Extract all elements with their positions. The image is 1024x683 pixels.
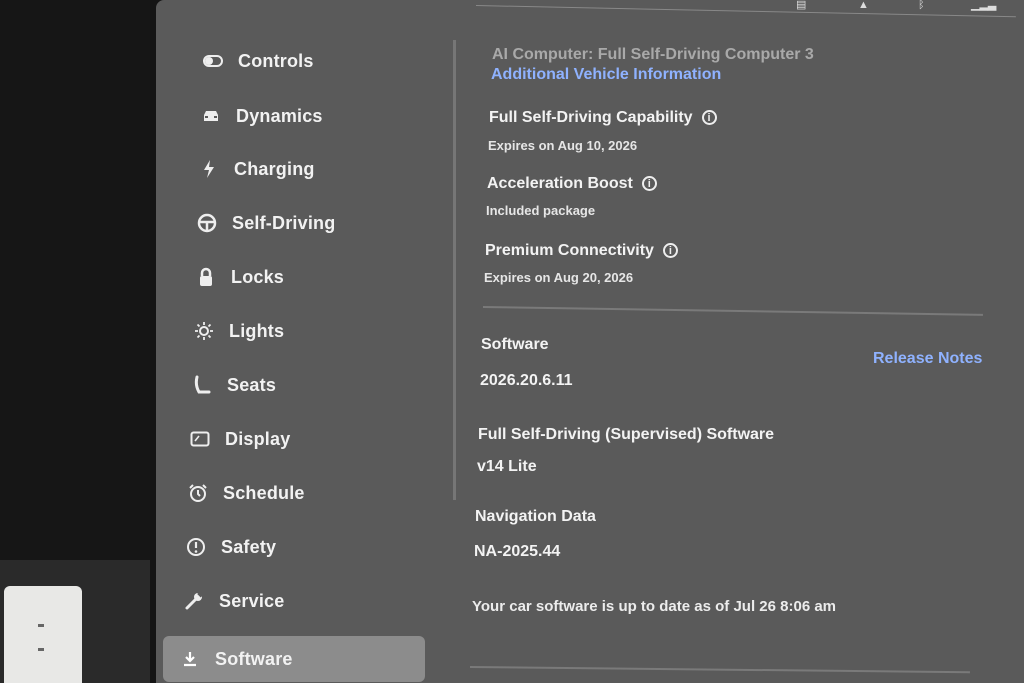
sidebar-item-label: Lights — [229, 320, 285, 341]
sidebar-item-label: Locks — [231, 266, 285, 287]
package-title: Premium Connectivity i — [485, 242, 678, 260]
bell-icon: ▲ — [858, 0, 869, 11]
settings-screen: ▤ ▲ ᛒ ▁▂▃ Controls Dynamics Charging Sel… — [156, 0, 1024, 683]
wrench-icon — [183, 591, 205, 611]
object-slot — [38, 648, 44, 651]
sidebar-item-label: Safety — [221, 536, 277, 557]
sidebar-item-label: Seats — [227, 374, 277, 395]
sidebar-item-label: Schedule — [223, 482, 305, 503]
sidebar-divider — [453, 40, 456, 500]
package-detail: Expires on Aug 20, 2026 — [484, 270, 634, 285]
package-detail: Expires on Aug 10, 2026 — [488, 138, 638, 153]
sun-icon — [193, 321, 215, 341]
sidebar-item-label: Software — [215, 648, 293, 669]
status-bar: ▤ ▲ ᛒ ▁▂▃ — [156, 0, 1024, 18]
sidebar-item-label: Dynamics — [236, 105, 323, 126]
section-divider — [482, 306, 983, 316]
package-title-text: Premium Connectivity — [485, 242, 654, 259]
info-icon[interactable]: i — [662, 243, 678, 259]
sidebar-item-label: Charging — [234, 158, 315, 179]
info-icon[interactable]: i — [641, 176, 657, 192]
package-title-text: Full Self-Driving Capability — [489, 109, 693, 126]
software-version: 2026.20.6.11 — [480, 372, 573, 389]
update-status-text: Your car software is up to date as of Ju… — [472, 598, 837, 615]
alert-circle-icon — [185, 537, 207, 557]
lock-icon — [195, 267, 217, 287]
sidebar-item-safety[interactable]: Safety — [185, 530, 276, 564]
bolt-icon — [198, 159, 220, 179]
sidebar-item-label: Self-Driving — [232, 212, 336, 233]
sidebar-item-schedule[interactable]: Schedule — [187, 476, 305, 510]
navigation-data-version: NA-2025.44 — [474, 543, 561, 560]
fsd-software-version: v14 Lite — [477, 458, 537, 475]
sidebar-item-charging[interactable]: Charging — [198, 152, 315, 186]
object-slot — [38, 624, 44, 627]
sidebar-item-lights[interactable]: Lights — [193, 314, 284, 348]
sidebar-item-label: Display — [225, 428, 291, 449]
seat-icon — [191, 375, 213, 395]
document-icon: ▤ — [796, 0, 807, 11]
package-detail: Included package — [486, 203, 596, 218]
toggle-icon — [202, 55, 224, 67]
ai-computer-text: AI Computer: Full Self-Driving Computer … — [492, 46, 814, 63]
package-title: Acceleration Boost i — [487, 175, 657, 193]
steering-wheel-icon — [196, 213, 218, 233]
software-label: Software — [481, 336, 549, 353]
sidebar-item-dynamics[interactable]: Dynamics — [200, 99, 323, 133]
info-icon[interactable]: i — [701, 110, 717, 126]
status-bar-divider — [475, 5, 1016, 18]
download-icon — [179, 650, 201, 668]
sidebar-item-controls[interactable]: Controls — [202, 44, 314, 78]
section-divider — [469, 666, 970, 674]
background-object — [4, 586, 82, 683]
sidebar-item-label: Service — [219, 590, 285, 611]
display-icon — [189, 431, 211, 447]
sidebar-item-software[interactable]: Software — [163, 636, 425, 682]
sidebar-item-service[interactable]: Service — [183, 584, 284, 618]
car-icon — [200, 109, 222, 123]
fsd-software-label: Full Self-Driving (Supervised) Software — [478, 426, 775, 443]
alarm-clock-icon — [187, 483, 209, 503]
release-notes-link[interactable]: Release Notes — [873, 350, 982, 368]
sidebar-item-locks[interactable]: Locks — [195, 260, 284, 294]
additional-vehicle-info-link[interactable]: Additional Vehicle Information — [491, 66, 721, 84]
sidebar-item-display[interactable]: Display — [189, 422, 290, 456]
sidebar-item-self-driving[interactable]: Self-Driving — [196, 206, 335, 240]
sidebar-item-seats[interactable]: Seats — [191, 368, 276, 402]
bluetooth-icon: ᛒ — [918, 0, 925, 11]
package-title-text: Acceleration Boost — [487, 175, 633, 192]
package-title: Full Self-Driving Capability i — [489, 109, 717, 127]
sidebar-item-label: Controls — [238, 50, 314, 71]
signal-icon: ▁▂▃ — [971, 0, 997, 11]
navigation-data-label: Navigation Data — [475, 508, 596, 525]
